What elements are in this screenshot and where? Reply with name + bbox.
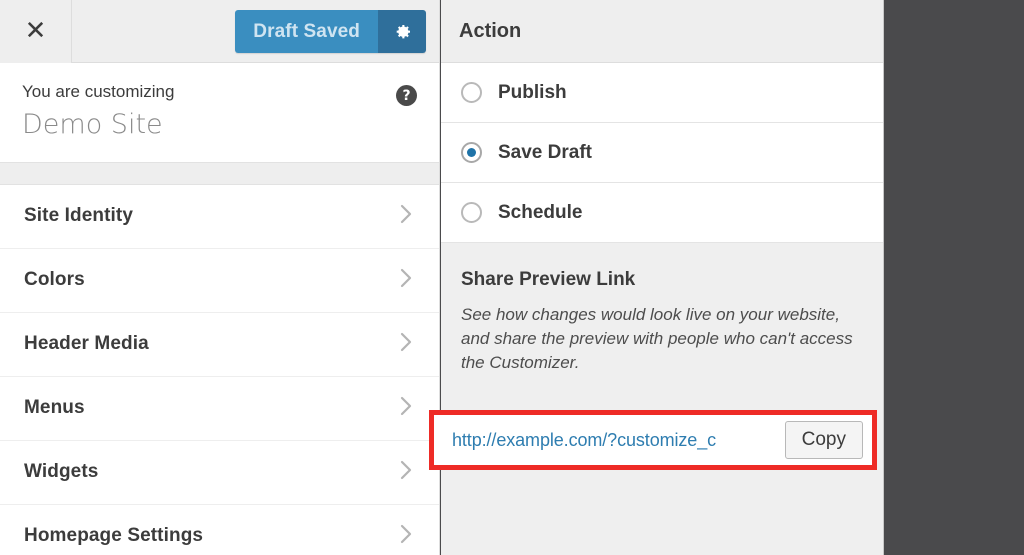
draft-saved-label: Draft Saved — [253, 20, 360, 42]
sidebar-item-menus[interactable]: Menus — [0, 376, 439, 441]
sidebar-item-label: Header Media — [24, 333, 149, 355]
radio-save-draft[interactable] — [461, 142, 482, 163]
site-name: Demo Site — [22, 109, 163, 141]
preview-link-input[interactable]: http://example.com/?customize_c — [434, 415, 785, 465]
sidebar-item-label: Homepage Settings — [24, 525, 204, 547]
preview-link-highlight-box: http://example.com/?customize_c Copy — [429, 410, 877, 470]
sidebar-item-label: Widgets — [24, 461, 99, 483]
chevron-right-icon — [399, 523, 415, 550]
share-preview-link-section: Share Preview Link See how changes would… — [441, 243, 883, 376]
save-button-group: Draft Saved — [235, 10, 426, 53]
customizer-screen: ✕ Draft Saved You are customizing Demo S… — [0, 0, 1024, 555]
chevron-right-icon — [399, 395, 415, 422]
action-option-label: Publish — [498, 81, 567, 103]
action-option-publish[interactable]: Publish — [441, 63, 883, 123]
sidebar-item-label: Menus — [24, 397, 85, 419]
gear-icon — [392, 22, 412, 42]
action-option-label: Save Draft — [498, 141, 592, 163]
chevron-right-icon — [399, 203, 415, 230]
sidebar-item-site-identity[interactable]: Site Identity — [0, 184, 439, 249]
sidebar-item-homepage-settings[interactable]: Homepage Settings — [0, 504, 439, 555]
site-title-block: You are customizing Demo Site ? — [0, 63, 439, 162]
copy-button[interactable]: Copy — [784, 421, 863, 459]
sidebar-header: ✕ Draft Saved — [0, 0, 439, 63]
sidebar-divider-band — [0, 161, 439, 185]
action-option-save-draft[interactable]: Save Draft — [441, 123, 883, 183]
customizer-sidebar: ✕ Draft Saved You are customizing Demo S… — [0, 0, 440, 555]
publish-settings-panel: Action Publish Save Draft Schedule Share… — [429, 0, 884, 555]
sidebar-item-colors[interactable]: Colors — [0, 248, 439, 313]
sidebar-item-label: Colors — [24, 269, 85, 291]
draft-saved-button[interactable]: Draft Saved — [235, 10, 378, 53]
chevron-right-icon — [399, 267, 415, 294]
share-preview-link-title: Share Preview Link — [461, 269, 636, 290]
preview-link-url: http://example.com/?customize_c — [452, 429, 717, 450]
customizing-label: You are customizing — [22, 82, 175, 101]
panel-title: Action — [459, 19, 522, 42]
radio-publish[interactable] — [461, 82, 482, 103]
help-icon[interactable]: ? — [396, 85, 417, 106]
chevron-right-icon — [399, 459, 415, 486]
sidebar-item-label: Site Identity — [24, 205, 133, 227]
sidebar-item-header-media[interactable]: Header Media — [0, 312, 439, 377]
panel-header: Action — [441, 0, 883, 63]
customizer-section-list: Site Identity Colors Header Media Menus — [0, 184, 439, 555]
publish-settings-button[interactable] — [378, 10, 426, 53]
action-option-label: Schedule — [498, 201, 583, 223]
close-customizer-button[interactable]: ✕ — [0, 0, 72, 63]
share-preview-link-description: See how changes would look live on your … — [461, 305, 853, 373]
radio-schedule[interactable] — [461, 202, 482, 223]
sidebar-item-widgets[interactable]: Widgets — [0, 440, 439, 505]
close-icon: ✕ — [24, 16, 47, 46]
site-preview-area[interactable] — [884, 0, 1024, 555]
action-option-schedule[interactable]: Schedule — [441, 183, 883, 243]
chevron-right-icon — [399, 331, 415, 358]
